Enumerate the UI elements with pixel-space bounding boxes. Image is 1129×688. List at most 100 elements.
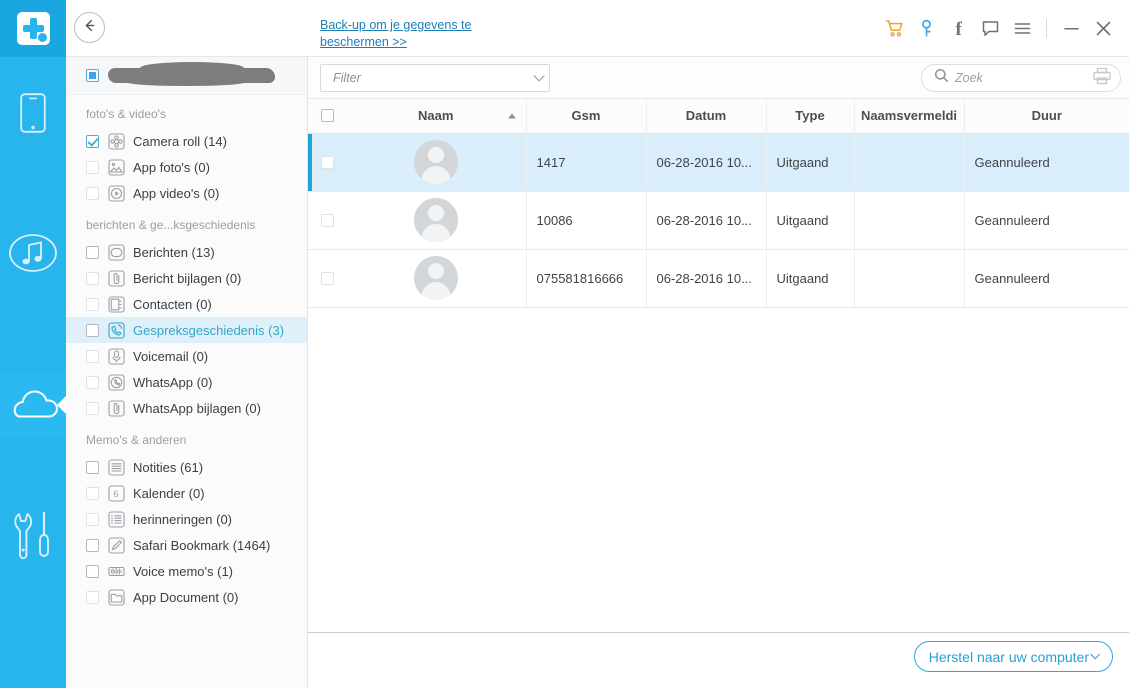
sidebar-item-checkbox[interactable] bbox=[86, 186, 99, 200]
sidebar-item-label: Voicemail (0) bbox=[133, 348, 209, 364]
rail-item-music[interactable] bbox=[0, 222, 66, 288]
sidebar-item-checkbox[interactable] bbox=[86, 297, 99, 311]
sidebar-item-safari-bookmark-1464[interactable]: Safari Bookmark (1464) bbox=[66, 532, 307, 558]
sidebar-item-label: App video's (0) bbox=[133, 185, 220, 201]
sidebar-item-berichten-13[interactable]: Berichten (13) bbox=[66, 239, 307, 265]
sidebar-item-bericht-bijlagen-0[interactable]: Bericht bijlagen (0) bbox=[66, 265, 307, 291]
restore-to-computer-button[interactable]: Herstel naar uw computer bbox=[913, 641, 1113, 672]
sidebar-item-label: Kalender (0) bbox=[133, 485, 205, 501]
sidebar-section-heading: berichten & ge...ksgeschiedenis bbox=[86, 218, 256, 232]
row-naamsvermelding bbox=[854, 133, 965, 192]
sidebar-item-label: Berichten (13) bbox=[133, 244, 215, 260]
device-name-redacted bbox=[108, 62, 275, 86]
header-gsm[interactable]: Gsm bbox=[526, 99, 647, 134]
header-naamsvermelding[interactable]: Naamsvermeldi bbox=[854, 99, 965, 134]
header-duur[interactable]: Duur bbox=[964, 99, 1129, 134]
microphone-icon bbox=[108, 347, 125, 365]
sidebar-item-checkbox[interactable] bbox=[86, 512, 99, 526]
row-datum: 06-28-2016 10... bbox=[646, 249, 767, 308]
sidebar-item-contacten-0[interactable]: Contacten (0) bbox=[66, 291, 307, 317]
close-icon[interactable] bbox=[1087, 13, 1119, 45]
row-gsm: 075581816666 bbox=[526, 249, 647, 308]
menu-icon[interactable] bbox=[1006, 13, 1038, 45]
header-select-all[interactable] bbox=[308, 99, 346, 134]
sidebar-item-checkbox[interactable] bbox=[86, 323, 99, 337]
toolbar-divider bbox=[1046, 19, 1047, 38]
sidebar-section-heading: Memo's & anderen bbox=[86, 433, 187, 447]
waveform-icon bbox=[108, 563, 125, 580]
row-checkbox-cell[interactable] bbox=[308, 249, 346, 308]
sidebar-item-herinneringen-0[interactable]: herinneringen (0) bbox=[66, 506, 307, 532]
sidebar-item-checkbox[interactable] bbox=[86, 564, 99, 578]
avatar bbox=[413, 198, 458, 242]
sidebar-item-checkbox[interactable] bbox=[86, 134, 99, 148]
avatar bbox=[413, 140, 458, 184]
whatsapp-icon bbox=[108, 373, 125, 391]
sidebar-item-label: App foto's (0) bbox=[133, 159, 210, 175]
row-checkbox[interactable] bbox=[320, 155, 334, 169]
sidebar-item-label: Contacten (0) bbox=[133, 296, 212, 312]
sidebar-item-voicemail-0[interactable]: Voicemail (0) bbox=[66, 343, 307, 369]
sidebar-section-heading: foto's & video's bbox=[86, 107, 166, 121]
key-icon[interactable] bbox=[910, 13, 942, 45]
backup-promo-link[interactable]: Back-up om je gegevens te beschermen >> bbox=[320, 17, 520, 51]
sidebar-item-checkbox[interactable] bbox=[86, 375, 99, 389]
sidebar-item-gespreksgeschiedenis-3[interactable]: Gespreksgeschiedenis (3) bbox=[66, 317, 307, 343]
sidebar-item-checkbox[interactable] bbox=[86, 271, 99, 285]
minimize-icon[interactable] bbox=[1055, 13, 1087, 45]
sidebar-item-checkbox[interactable] bbox=[86, 590, 99, 604]
table-row[interactable]: 075581816666 06-28-2016 10... Uitgaand Gean… bbox=[308, 249, 1129, 308]
sidebar-item-checkbox[interactable] bbox=[86, 349, 99, 363]
device-row[interactable] bbox=[66, 57, 307, 95]
sidebar-item-checkbox[interactable] bbox=[86, 245, 99, 259]
row-name-cell bbox=[346, 191, 527, 250]
table-row[interactable]: 1417 06-28-2016 10... Uitgaand Geannuleerd bbox=[308, 133, 1129, 192]
sidebar-item-checkbox[interactable] bbox=[86, 401, 99, 415]
folder-icon bbox=[108, 588, 125, 606]
sidebar-item-checkbox[interactable] bbox=[86, 486, 99, 500]
search-icon bbox=[934, 68, 949, 88]
device-checkbox[interactable] bbox=[86, 69, 99, 82]
row-gsm: 1417 bbox=[526, 133, 647, 192]
svg-text:6: 6 bbox=[113, 489, 118, 499]
rail-item-tools[interactable] bbox=[0, 505, 66, 571]
row-checkbox-cell[interactable] bbox=[308, 191, 346, 250]
sidebar-item-checkbox[interactable] bbox=[86, 160, 99, 174]
sidebar-item-app-video-s-0[interactable]: App video's (0) bbox=[66, 180, 307, 206]
sidebar-item-notities-61[interactable]: Notities (61) bbox=[66, 454, 307, 480]
header-naam[interactable]: Naam bbox=[346, 99, 527, 134]
sidebar-item-whatsapp-0[interactable]: WhatsApp (0) bbox=[66, 369, 307, 395]
sidebar-item-checkbox[interactable] bbox=[86, 538, 99, 552]
app-logo bbox=[0, 0, 66, 57]
top-bar: Back-up om je gegevens te beschermen >> bbox=[66, 0, 1129, 57]
message-icon[interactable] bbox=[974, 13, 1006, 45]
filter-select[interactable]: Filter bbox=[320, 64, 550, 92]
sidebar-item-app-document-0[interactable]: App Document (0) bbox=[66, 584, 307, 610]
sidebar-item-voice-memo-s-1[interactable]: Voice memo's (1) bbox=[66, 558, 307, 584]
table-row[interactable]: 10086 06-28-2016 10... Uitgaand Geannuleerd bbox=[308, 191, 1129, 250]
header-naam-label: Naam bbox=[418, 108, 454, 124]
row-checkbox[interactable] bbox=[320, 271, 334, 285]
search-box[interactable]: Zoek bbox=[921, 64, 1121, 92]
sidebar-item-whatsapp-bijlagen-0[interactable]: WhatsApp bijlagen (0) bbox=[66, 395, 307, 421]
back-button[interactable] bbox=[74, 12, 105, 43]
table-header-row: Naam Gsm Datum Type Naamsvermeldi Duur bbox=[308, 99, 1129, 134]
rail-item-phone[interactable] bbox=[0, 82, 66, 148]
facebook-icon[interactable]: f bbox=[942, 13, 974, 45]
sidebar-item-app-foto-s-0[interactable]: App foto's (0) bbox=[66, 154, 307, 180]
left-rail bbox=[0, 0, 66, 688]
row-checkbox-cell[interactable] bbox=[308, 133, 346, 192]
select-all-checkbox[interactable] bbox=[320, 109, 334, 123]
header-type[interactable]: Type bbox=[766, 99, 855, 134]
sidebar-item-checkbox[interactable] bbox=[86, 460, 99, 474]
sidebar-item-kalender-0[interactable]: 6 Kalender (0) bbox=[66, 480, 307, 506]
cart-icon[interactable] bbox=[878, 13, 910, 45]
row-checkbox[interactable] bbox=[320, 213, 334, 227]
header-datum[interactable]: Datum bbox=[646, 99, 767, 134]
avatar bbox=[413, 256, 458, 300]
medical-cross-logo bbox=[16, 12, 50, 45]
rail-item-cloud[interactable] bbox=[0, 372, 66, 438]
printer-icon[interactable] bbox=[1092, 67, 1112, 90]
sidebar-item-camera-roll-14[interactable]: Camera roll (14) bbox=[66, 128, 307, 154]
flower-icon bbox=[108, 132, 125, 150]
